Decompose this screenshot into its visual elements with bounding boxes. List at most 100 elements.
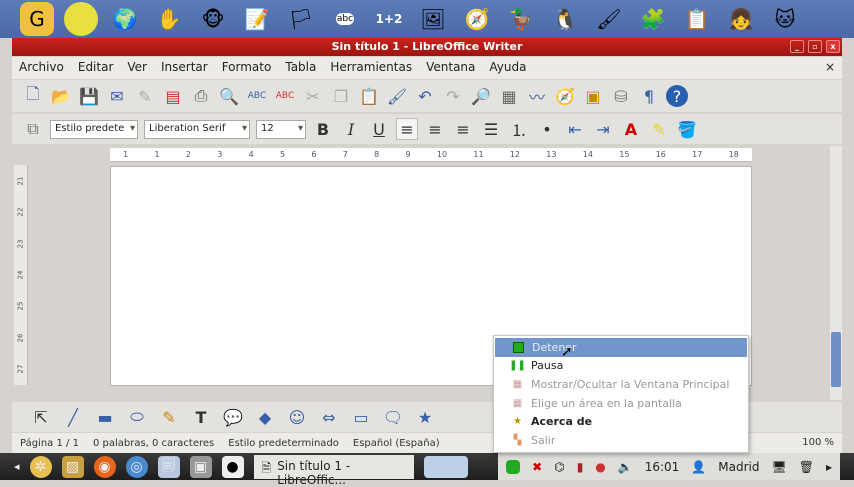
- minimize-button[interactable]: _: [790, 40, 804, 53]
- decrease-indent-icon[interactable]: ⇤: [564, 118, 586, 140]
- new-icon[interactable]: 🗋: [22, 84, 44, 107]
- menu-item-acerca-de[interactable]: ★ Acerca de: [494, 412, 748, 431]
- monkey-icon[interactable]: 🐵: [196, 2, 230, 36]
- battery-icon[interactable]: ▮: [577, 460, 584, 474]
- bold-button[interactable]: B: [312, 118, 334, 140]
- hand-icon[interactable]: ✋: [152, 2, 186, 36]
- clipboard-icon[interactable]: 📋: [680, 2, 714, 36]
- close-button[interactable]: x: [826, 40, 840, 53]
- language[interactable]: Español (España): [353, 438, 440, 449]
- block-arrows-icon[interactable]: ⇔: [318, 406, 340, 428]
- ball-icon[interactable]: [64, 2, 98, 36]
- trash-icon[interactable]: 🗑: [799, 460, 814, 474]
- autospell-icon[interactable]: ABC: [274, 85, 296, 107]
- tux-abc-icon[interactable]: abc: [328, 2, 362, 36]
- text-icon[interactable]: T: [190, 406, 212, 428]
- horizontal-ruler[interactable]: 1 1 2 3 4 5 6 7 8 9 10 11 12 13 14 15 16 17 18: [110, 148, 752, 162]
- volume-icon[interactable]: 🔈: [618, 460, 633, 474]
- background-color-icon[interactable]: 🪣: [676, 118, 698, 140]
- girl-icon[interactable]: 👧: [724, 2, 758, 36]
- email-icon[interactable]: ✉: [106, 85, 128, 107]
- spellcheck-icon[interactable]: ABC: [246, 85, 268, 107]
- print-icon[interactable]: ⎙: [190, 85, 212, 107]
- underline-button[interactable]: U: [368, 118, 390, 140]
- chromium-icon[interactable]: ◎: [125, 455, 148, 478]
- save-icon[interactable]: 💾: [78, 85, 100, 107]
- close-document-button[interactable]: ×: [825, 60, 835, 76]
- datasource-icon[interactable]: ⛁: [610, 85, 632, 107]
- flag-icon[interactable]: 🏳: [284, 2, 318, 36]
- paragraph-style-select[interactable]: Estilo predete: [50, 119, 138, 139]
- files-icon[interactable]: 🗐: [157, 455, 180, 478]
- menu-item-detener[interactable]: Detener: [495, 338, 747, 357]
- picture-icon[interactable]: 🖼: [416, 2, 450, 36]
- menu-item-mostrar-ocultar[interactable]: ▦ Mostrar/Ocultar la Ventana Principal: [494, 375, 748, 394]
- redo-icon[interactable]: ↷: [442, 85, 464, 107]
- symbol-shapes-icon[interactable]: ☺: [286, 406, 308, 428]
- gallery-icon[interactable]: ▣: [582, 85, 604, 107]
- navigator-icon[interactable]: 🧭: [554, 85, 576, 107]
- close-x-icon[interactable]: ✖: [532, 460, 542, 474]
- select-icon[interactable]: ⇱: [30, 406, 52, 428]
- network-icon[interactable]: ⌬: [554, 460, 564, 474]
- line-icon[interactable]: ╱: [62, 406, 84, 428]
- maximize-button[interactable]: ▫: [808, 40, 822, 53]
- bullets-icon[interactable]: •: [536, 118, 558, 140]
- help-icon[interactable]: ?: [666, 85, 688, 107]
- callout-icon[interactable]: 💬: [222, 406, 244, 428]
- image-viewer-icon[interactable]: ▨: [61, 455, 84, 478]
- math-icon[interactable]: 1+2: [372, 2, 406, 36]
- display-icon[interactable]: 🖥: [772, 460, 787, 474]
- puzzle-icon[interactable]: 🧩: [636, 2, 670, 36]
- justify-icon[interactable]: ☰: [480, 118, 502, 140]
- paste-icon[interactable]: 📋: [358, 85, 380, 107]
- font-name-select[interactable]: Liberation Serif: [144, 119, 250, 139]
- scrollbar-thumb[interactable]: [831, 332, 841, 387]
- gcompris-icon[interactable]: G: [20, 2, 54, 36]
- clone-format-icon[interactable]: 🖌: [386, 85, 408, 107]
- find-icon[interactable]: 🔎: [470, 85, 492, 107]
- basic-shapes-icon[interactable]: ◆: [254, 406, 276, 428]
- menu-editar[interactable]: Editar: [78, 60, 114, 76]
- location[interactable]: Madrid: [718, 460, 759, 474]
- terminal-icon[interactable]: ●: [221, 455, 244, 478]
- cut-icon[interactable]: ✂: [302, 85, 324, 107]
- styles-icon[interactable]: ⧉: [22, 118, 44, 140]
- tux-icon[interactable]: 🐧: [548, 2, 582, 36]
- ellipse-icon[interactable]: ⬭: [126, 406, 148, 428]
- menu-archivo[interactable]: Archivo: [19, 60, 64, 76]
- font-color-icon[interactable]: A: [620, 118, 642, 140]
- scratch-cat-icon[interactable]: 🐱: [768, 2, 802, 36]
- menu-item-pausa[interactable]: ❚❚ Pausa: [494, 357, 748, 376]
- italic-button[interactable]: I: [340, 118, 362, 140]
- screenshot-icon[interactable]: ▣: [189, 455, 212, 478]
- update-icon[interactable]: ●: [595, 460, 605, 474]
- workspace-switcher[interactable]: [423, 455, 468, 478]
- app-launcher-icon[interactable]: ✲: [29, 455, 52, 478]
- scroll-left-icon[interactable]: ◂: [14, 460, 20, 473]
- stars-icon[interactable]: ★: [414, 406, 436, 428]
- callouts-icon[interactable]: 🗨: [382, 406, 404, 428]
- menu-formato[interactable]: Formato: [222, 60, 272, 76]
- flowchart-icon[interactable]: ▭: [350, 406, 372, 428]
- firefox-icon[interactable]: ◉: [93, 455, 116, 478]
- show-draw-icon[interactable]: 〰: [526, 85, 548, 107]
- edit-file-icon[interactable]: ✎: [134, 85, 156, 107]
- menu-item-salir[interactable]: ▚ Salir: [494, 431, 748, 450]
- pdf-icon[interactable]: ▤: [162, 85, 184, 107]
- zoom-level[interactable]: 100 %: [802, 437, 834, 448]
- print-preview-icon[interactable]: 🔍: [218, 85, 240, 107]
- freeform-icon[interactable]: ✎: [158, 406, 180, 428]
- recorder-stop-icon[interactable]: [506, 459, 521, 474]
- menu-item-elige-area[interactable]: ▦ Elige un área en la pantalla: [494, 394, 748, 413]
- page-style[interactable]: Estilo predeterminado: [228, 438, 339, 449]
- page-count[interactable]: Página 1 / 1: [20, 438, 79, 449]
- menu-insertar[interactable]: Insertar: [161, 60, 208, 76]
- font-size-select[interactable]: 12: [256, 119, 306, 139]
- paint-icon[interactable]: 🖌: [592, 2, 626, 36]
- highlight-icon[interactable]: ✎: [648, 118, 670, 140]
- undo-icon[interactable]: ↶: [414, 85, 436, 107]
- align-left-icon[interactable]: ≡: [396, 118, 418, 140]
- scroll-right-icon[interactable]: ▸: [826, 460, 832, 474]
- align-center-icon[interactable]: ≡: [424, 118, 446, 140]
